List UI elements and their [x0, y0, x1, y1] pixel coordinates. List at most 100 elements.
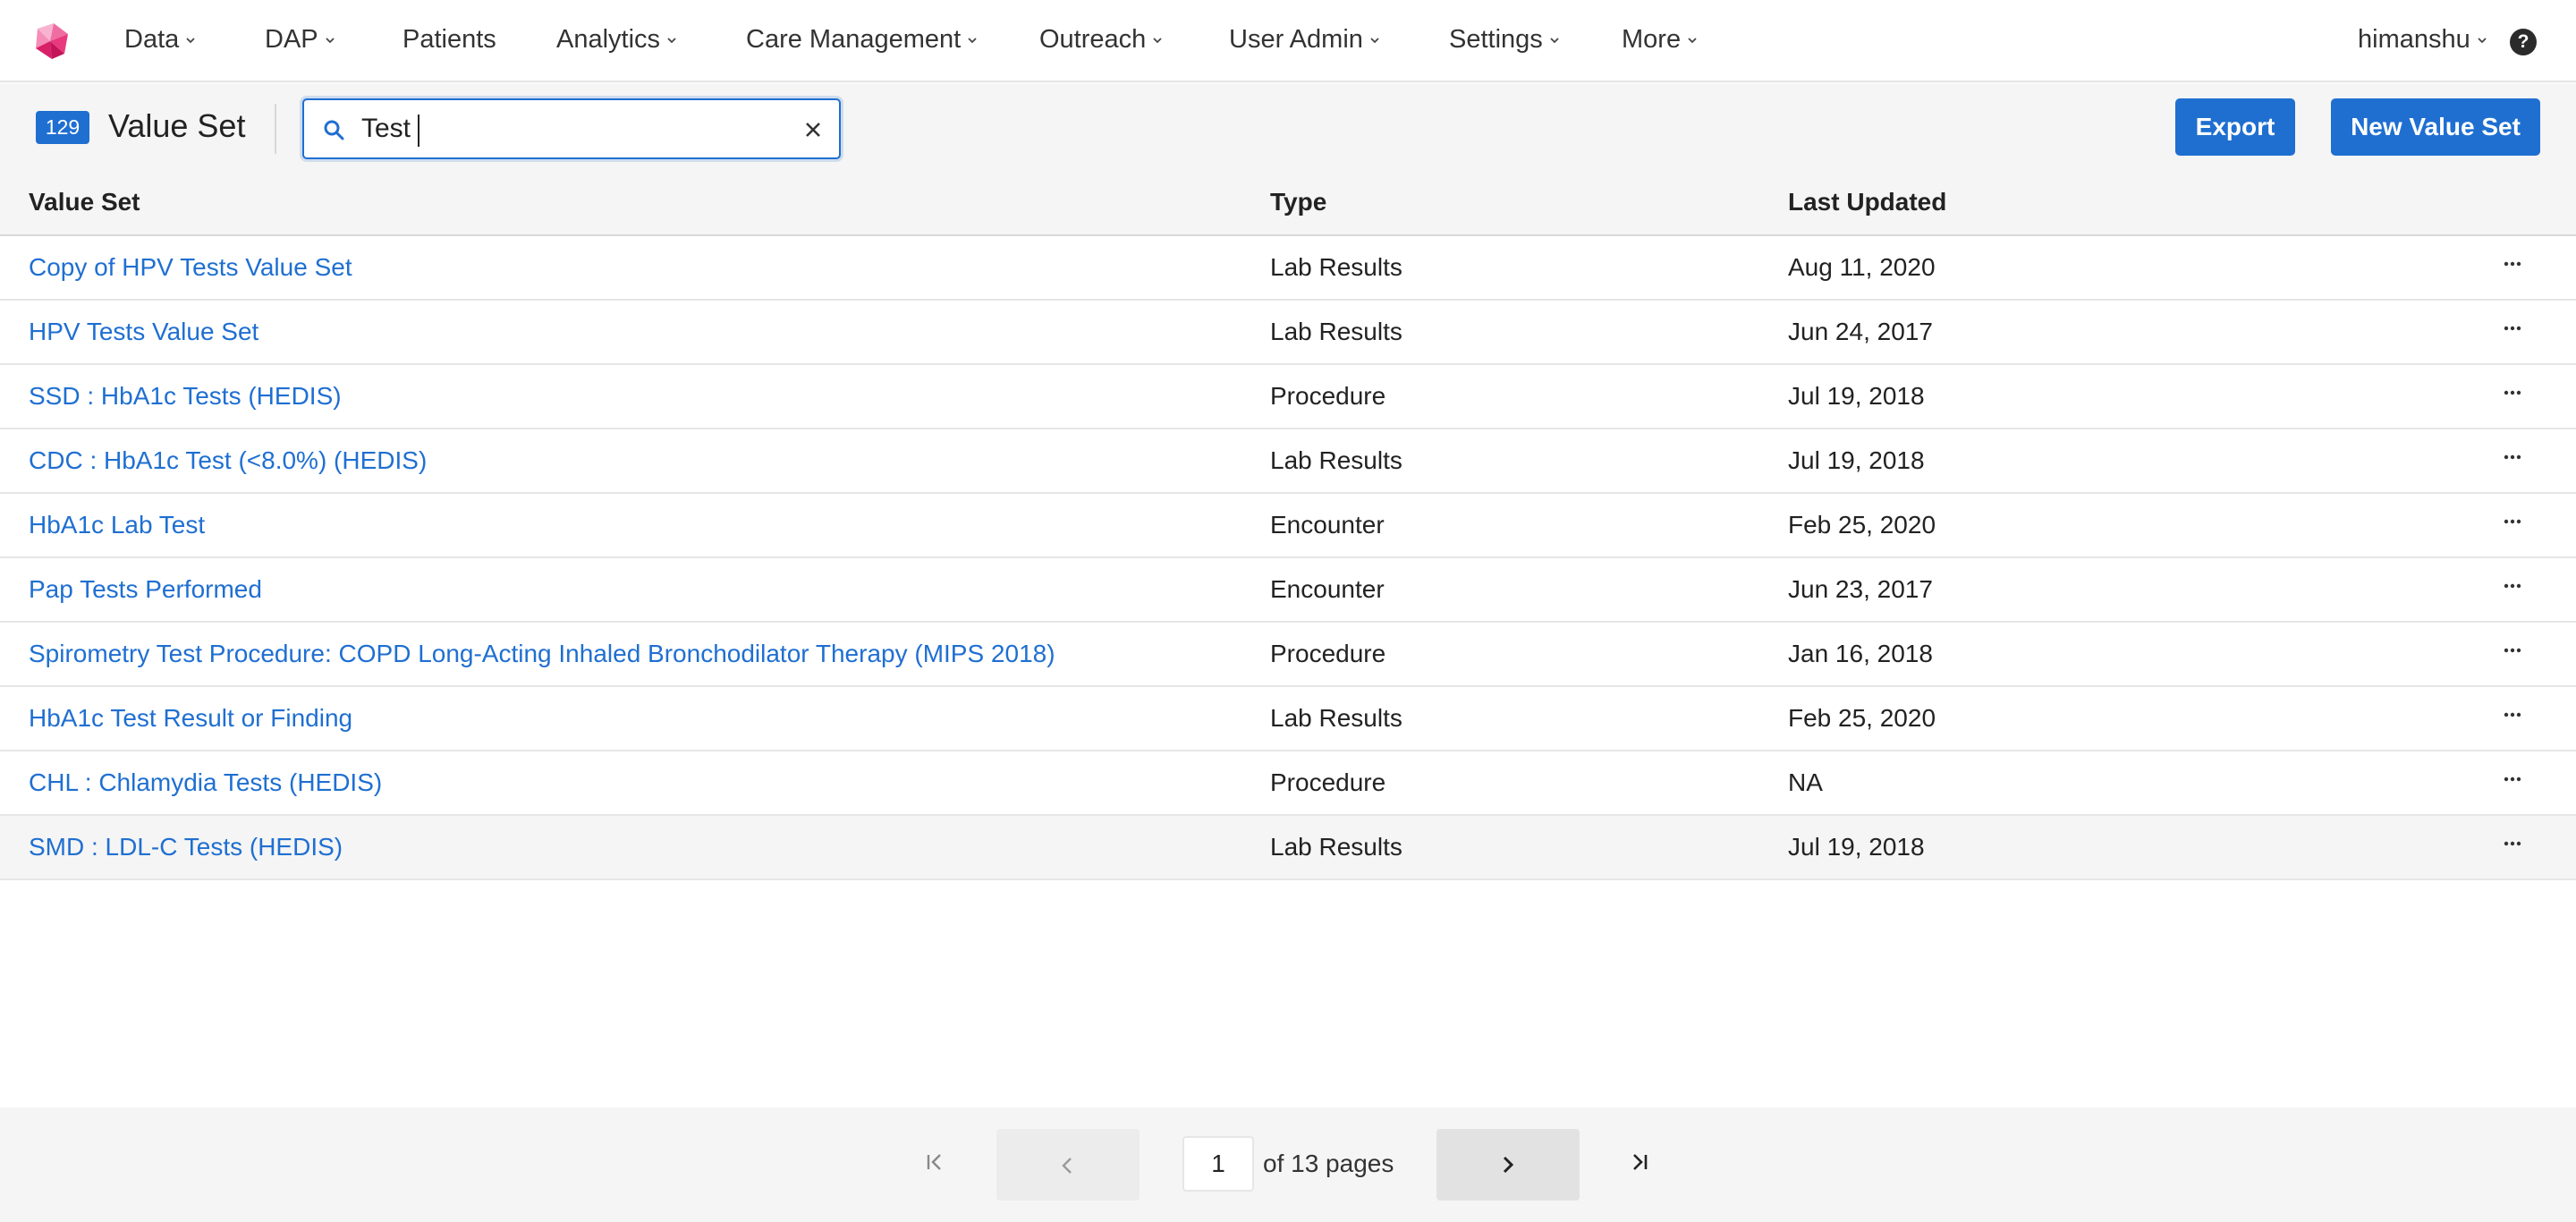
- page-number-input[interactable]: 1: [1182, 1136, 1254, 1192]
- export-button[interactable]: Export: [2175, 98, 2295, 156]
- last-updated-cell: Jan 16, 2018: [1788, 640, 1933, 667]
- type-cell: Encounter: [1270, 575, 1385, 603]
- last-page-icon[interactable]: [1626, 1149, 1653, 1175]
- type-cell: Procedure: [1270, 382, 1386, 410]
- pagination-bar: 1 of 13 pages: [0, 1107, 2576, 1222]
- more-options-icon[interactable]: [2501, 768, 2524, 791]
- type-cell: Lab Results: [1270, 833, 1402, 861]
- search-icon: [324, 120, 344, 140]
- last-updated-cell: Aug 11, 2020: [1788, 253, 1936, 281]
- value-set-link[interactable]: CHL : Chlamydia Tests (HEDIS): [29, 751, 382, 814]
- nav-analytics-label: Analytics: [556, 25, 661, 54]
- text-cursor: [418, 115, 419, 147]
- search-input[interactable]: [361, 109, 773, 149]
- nav-outreach[interactable]: Outreach: [1039, 0, 1164, 82]
- page-title: Value Set: [108, 107, 246, 144]
- table-row: Spirometry Test Procedure: COPD Long-Act…: [0, 623, 2576, 687]
- type-cell: Lab Results: [1270, 704, 1402, 732]
- first-page-icon[interactable]: [921, 1149, 948, 1175]
- chevron-down-icon: [1153, 38, 1162, 44]
- nav-dap[interactable]: DAP: [265, 0, 336, 82]
- table-row: HbA1c Test Result or Finding Lab Results…: [0, 687, 2576, 751]
- nav-user-admin[interactable]: User Admin: [1229, 0, 1381, 82]
- chevron-down-icon: [1550, 38, 1559, 44]
- divider: [275, 104, 276, 154]
- table-row: Copy of HPV Tests Value Set Lab Results …: [0, 236, 2576, 301]
- more-options-icon[interactable]: [2501, 832, 2524, 855]
- type-cell: Lab Results: [1270, 318, 1402, 345]
- column-header-last-updated[interactable]: Last Updated: [1788, 175, 1946, 229]
- help-icon[interactable]: ?: [2510, 29, 2537, 55]
- value-set-link[interactable]: HbA1c Test Result or Finding: [29, 687, 352, 750]
- chevron-down-icon: [2478, 38, 2487, 44]
- last-updated-cell: Jul 19, 2018: [1788, 382, 1925, 410]
- chevron-down-icon: [1688, 38, 1697, 44]
- table-row: CDC : HbA1c Test (<8.0%) (HEDIS) Lab Res…: [0, 429, 2576, 494]
- nav-settings-label: Settings: [1449, 25, 1543, 54]
- more-options-icon[interactable]: [2501, 381, 2524, 404]
- value-set-table: Copy of HPV Tests Value Set Lab Results …: [0, 236, 2576, 880]
- table-row: HPV Tests Value Set Lab Results Jun 24, …: [0, 301, 2576, 365]
- value-set-link[interactable]: Pap Tests Performed: [29, 558, 262, 621]
- last-updated-cell: Jun 23, 2017: [1788, 575, 1933, 603]
- value-set-link[interactable]: CDC : HbA1c Test (<8.0%) (HEDIS): [29, 429, 427, 492]
- count-badge: 129: [36, 111, 89, 144]
- app-logo[interactable]: [34, 21, 72, 61]
- more-options-icon[interactable]: [2501, 574, 2524, 598]
- column-header-type[interactable]: Type: [1270, 175, 1326, 229]
- more-options-icon[interactable]: [2501, 703, 2524, 726]
- chevron-right-icon: [1503, 1156, 1514, 1174]
- user-menu[interactable]: himanshu: [2358, 0, 2488, 82]
- table-row: CHL : Chlamydia Tests (HEDIS) Procedure …: [0, 751, 2576, 816]
- nav-data[interactable]: Data: [124, 0, 197, 82]
- last-updated-cell: Jun 24, 2017: [1788, 318, 1933, 345]
- type-cell: Procedure: [1270, 640, 1386, 667]
- nav-outreach-label: Outreach: [1039, 25, 1147, 54]
- last-updated-cell: Feb 25, 2020: [1788, 511, 1936, 539]
- nav-care-management[interactable]: Care Management: [746, 0, 979, 82]
- chevron-down-icon: [326, 38, 335, 44]
- top-navigation-bar: Data DAP Patients Analytics Care Managem…: [0, 0, 2576, 82]
- page-header: 129 Value Set Export New Value Set: [0, 84, 2576, 175]
- table-row: HbA1c Lab Test Encounter Feb 25, 2020: [0, 494, 2576, 558]
- more-options-icon[interactable]: [2501, 317, 2524, 340]
- more-options-icon[interactable]: [2501, 252, 2524, 276]
- previous-page-button[interactable]: [996, 1129, 1140, 1201]
- table-row: Pap Tests Performed Encounter Jun 23, 20…: [0, 558, 2576, 623]
- type-cell: Encounter: [1270, 511, 1385, 539]
- chevron-down-icon: [968, 38, 977, 44]
- value-set-link[interactable]: HPV Tests Value Set: [29, 301, 258, 363]
- clear-search-icon[interactable]: [801, 118, 825, 141]
- chevron-left-icon: [1062, 1158, 1072, 1174]
- last-updated-cell: NA: [1788, 768, 1823, 796]
- more-options-icon[interactable]: [2501, 510, 2524, 533]
- nav-analytics[interactable]: Analytics: [556, 0, 678, 82]
- nav-settings[interactable]: Settings: [1449, 0, 1561, 82]
- search-box[interactable]: [302, 98, 841, 159]
- more-options-icon[interactable]: [2501, 639, 2524, 662]
- last-updated-cell: Feb 25, 2020: [1788, 704, 1936, 732]
- new-value-set-button[interactable]: New Value Set: [2331, 98, 2540, 156]
- next-page-button[interactable]: [1436, 1129, 1580, 1201]
- more-options-icon[interactable]: [2501, 446, 2524, 469]
- nav-user-admin-label: User Admin: [1229, 25, 1363, 54]
- nav-patients-label: Patients: [402, 25, 496, 54]
- page-total-label: of 13 pages: [1263, 1150, 1394, 1177]
- value-set-link[interactable]: SSD : HbA1c Tests (HEDIS): [29, 365, 342, 428]
- table-header: Value Set Type Last Updated: [0, 175, 2576, 236]
- type-cell: Lab Results: [1270, 253, 1402, 281]
- value-set-link[interactable]: SMD : LDL-C Tests (HEDIS): [29, 816, 343, 878]
- nav-patients[interactable]: Patients: [402, 0, 496, 82]
- value-set-link[interactable]: HbA1c Lab Test: [29, 494, 205, 556]
- value-set-link[interactable]: Spirometry Test Procedure: COPD Long-Act…: [29, 623, 1055, 685]
- chevron-down-icon: [667, 38, 676, 44]
- nav-care-management-label: Care Management: [746, 25, 962, 54]
- last-updated-cell: Jul 19, 2018: [1788, 833, 1925, 861]
- table-row: SSD : HbA1c Tests (HEDIS) Procedure Jul …: [0, 365, 2576, 429]
- nav-more[interactable]: More: [1622, 0, 1699, 82]
- column-header-value-set[interactable]: Value Set: [29, 175, 140, 229]
- value-set-link[interactable]: Copy of HPV Tests Value Set: [29, 236, 352, 299]
- nav-dap-label: DAP: [265, 25, 318, 54]
- type-cell: Procedure: [1270, 768, 1386, 796]
- last-updated-cell: Jul 19, 2018: [1788, 446, 1925, 474]
